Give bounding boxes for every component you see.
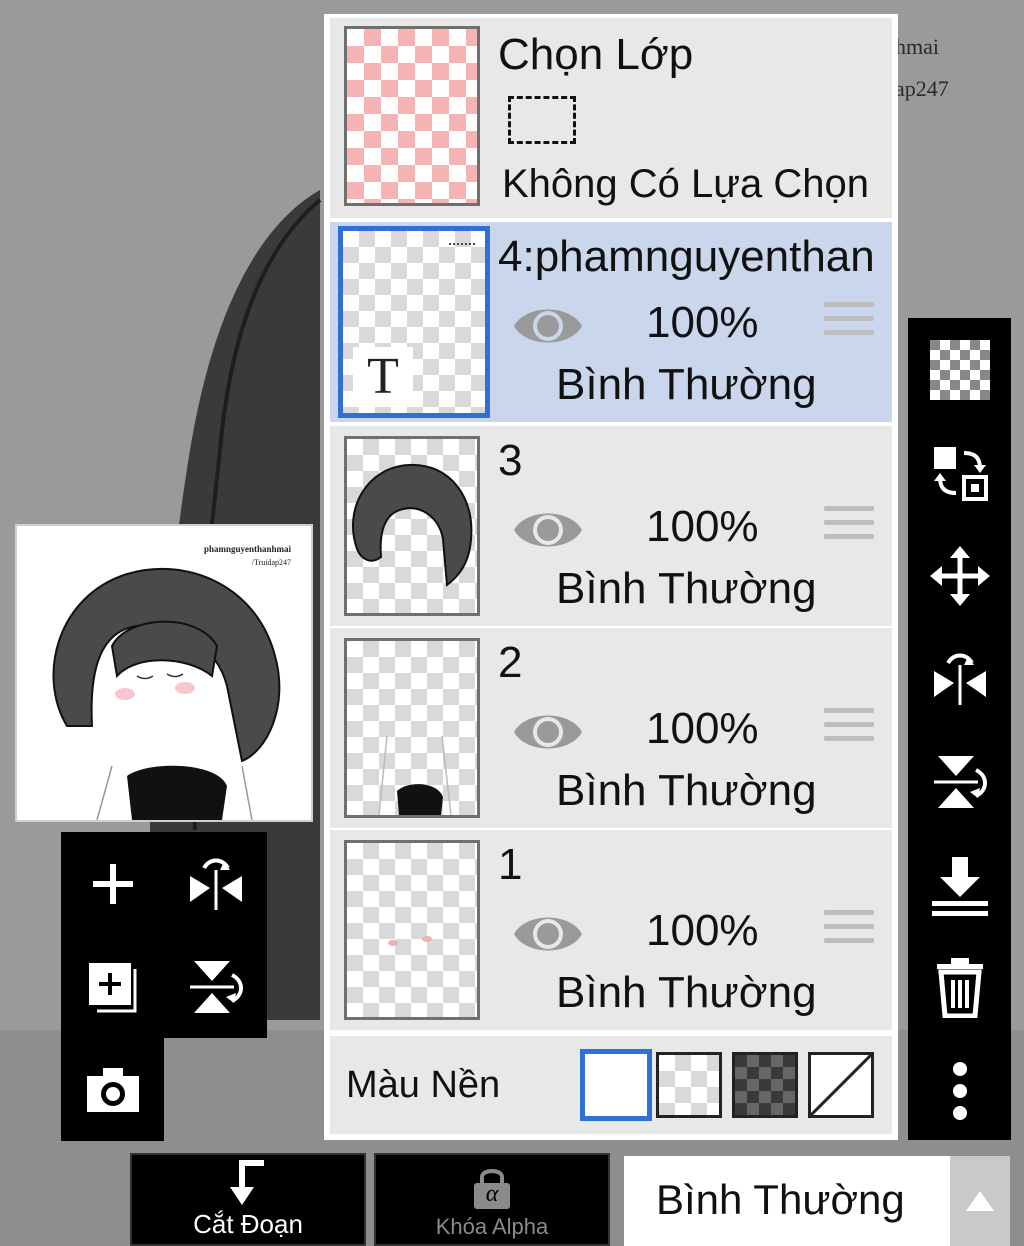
canvas-watermark-1: hmai [895, 34, 939, 59]
right-toolbar [908, 318, 1011, 1140]
layer-name: 1 [498, 840, 523, 889]
blend-mode-select[interactable]: Bình Thường [624, 1156, 950, 1246]
hair-thumbnail-art [352, 463, 473, 587]
drag-handle-icon[interactable] [824, 708, 874, 750]
layer-name: 2 [498, 638, 523, 687]
background-white-swatch[interactable] [580, 1049, 652, 1121]
flip-vertical-button[interactable] [164, 935, 267, 1038]
layer-blend-mode[interactable]: Bình Thường [556, 564, 817, 614]
layer-name: 4:phamnguyenthan [498, 232, 875, 281]
flip-layer-vertical-button[interactable] [908, 730, 1011, 833]
new-transparent-layer-button[interactable] [908, 318, 1011, 421]
add-layer-button[interactable] [61, 832, 164, 935]
flip-vertical-icon [189, 960, 243, 1013]
duplicate-icon [88, 962, 136, 1012]
thumb-text-preview [449, 243, 475, 248]
duplicate-layer-button[interactable] [61, 935, 164, 1038]
left-toolbar [61, 832, 267, 1038]
background-custom-swatch[interactable] [808, 1052, 874, 1118]
selection-marquee-icon [508, 96, 576, 144]
selection-layer-row[interactable]: Chọn Lớp Không Có Lựa Chọn [330, 18, 892, 218]
clip-arrow-icon [230, 1160, 264, 1205]
alpha-lock-button[interactable]: α Khóa Alpha [374, 1153, 610, 1246]
layer-opacity[interactable]: 100% [646, 704, 759, 754]
layer-opacity[interactable]: 100% [646, 906, 759, 956]
triangle-up-icon [966, 1191, 994, 1211]
layer-blend-mode[interactable]: Bình Thường [556, 360, 817, 410]
selection-status: Không Có Lựa Chọn [502, 162, 870, 206]
body-thumbnail-art [378, 735, 452, 815]
delete-layer-button[interactable] [908, 936, 1011, 1039]
diagonal-slash-icon [811, 1055, 871, 1115]
merge-down-icon [931, 856, 988, 916]
swap-icon [933, 446, 988, 501]
layer-thumbnail [344, 436, 480, 616]
swap-layer-button[interactable] [908, 421, 1011, 524]
blush-thumbnail-art [388, 936, 432, 946]
more-vertical-icon [952, 1061, 967, 1120]
layer-panel: Chọn Lớp Không Có Lựa Chọn T 4:phamnguye… [324, 14, 898, 1140]
merge-down-button[interactable] [908, 833, 1011, 936]
clipping-label: Cắt Đoạn [193, 1209, 303, 1239]
eye-icon[interactable] [512, 300, 584, 352]
eye-icon[interactable] [512, 908, 584, 960]
layer-row[interactable]: T 4:phamnguyenthan 100% Bình Thường [330, 222, 892, 422]
clipping-button[interactable]: Cắt Đoạn [130, 1153, 366, 1246]
background-transparent-swatch[interactable] [656, 1052, 722, 1118]
layer-opacity[interactable]: 100% [646, 502, 759, 552]
canvas-watermark-2: ap247 [895, 76, 949, 101]
trash-icon [936, 957, 983, 1018]
alpha-lock-icon: α [472, 1167, 512, 1209]
layer-thumbnail: T [338, 226, 490, 418]
left-toolbar-lower [61, 1038, 164, 1141]
flip-horizontal-icon [933, 653, 986, 705]
flip-vertical-icon [933, 755, 987, 808]
camera-button[interactable] [61, 1038, 164, 1141]
eye-icon[interactable] [512, 504, 584, 556]
alpha-glyph: α [485, 1181, 499, 1207]
move-arrows-icon [929, 545, 990, 606]
more-options-button[interactable] [908, 1039, 1011, 1142]
flip-horizontal-button[interactable] [164, 832, 267, 935]
canvas-preview[interactable]: phamnguyenthanhmai /Truidap247 [15, 524, 313, 822]
background-color-label: Màu Nền [346, 1064, 501, 1106]
layer-name: 3 [498, 436, 523, 485]
layer-row[interactable]: 2 100% Bình Thường [330, 628, 892, 828]
checkerboard-icon [929, 339, 990, 400]
layer-row[interactable]: 1 100% Bình Thường [330, 830, 892, 1030]
drag-handle-icon[interactable] [824, 302, 874, 344]
layer-thumbnail [344, 840, 480, 1020]
text-layer-icon: T [353, 347, 413, 407]
layer-opacity[interactable]: 100% [646, 298, 759, 348]
camera-icon [86, 1067, 139, 1112]
move-layer-button[interactable] [908, 524, 1011, 627]
selection-thumbnail [344, 26, 480, 206]
eye-icon[interactable] [512, 706, 584, 758]
drag-handle-icon[interactable] [824, 506, 874, 548]
drag-handle-icon[interactable] [824, 910, 874, 952]
layer-row[interactable]: 3 100% Bình Thường [330, 426, 892, 626]
preview-artwork [52, 567, 281, 820]
layer-blend-mode[interactable]: Bình Thường [556, 968, 817, 1018]
plus-icon [92, 863, 133, 904]
background-dark-checker-swatch[interactable] [732, 1052, 798, 1118]
flip-layer-horizontal-button[interactable] [908, 627, 1011, 730]
layer-thumbnail [344, 638, 480, 818]
blend-mode-value: Bình Thường [656, 1176, 905, 1223]
background-color-row: Màu Nền [330, 1036, 892, 1134]
blend-mode-dropdown-button[interactable] [950, 1156, 1010, 1246]
flip-horizontal-icon [189, 858, 242, 910]
selection-title: Chọn Lớp [498, 30, 694, 79]
alpha-lock-label: Khóa Alpha [435, 1214, 549, 1239]
layer-blend-mode[interactable]: Bình Thường [556, 766, 817, 816]
